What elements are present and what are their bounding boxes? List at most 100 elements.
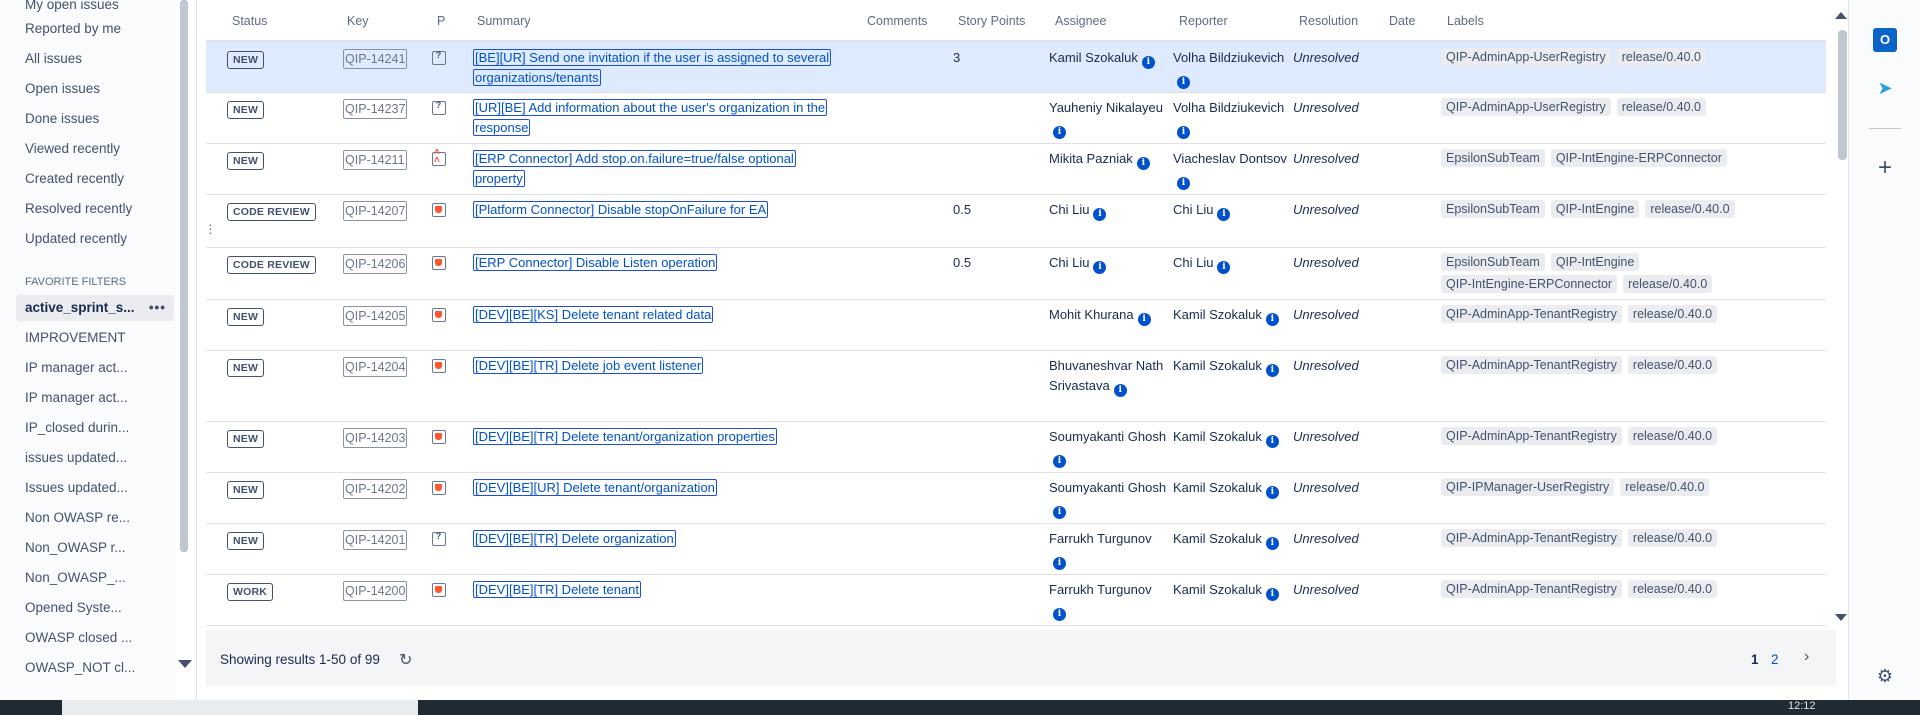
reporter[interactable]: Volha Bildziukevich i <box>1173 98 1291 139</box>
issue-key[interactable]: QIP-14204 <box>343 357 408 377</box>
table-row[interactable]: NEW QIP-14204 [DEV][BE][TR] Delete job e… <box>206 350 1826 422</box>
assignee[interactable]: Farrukh Turgunov i <box>1049 529 1167 570</box>
info-icon[interactable]: i <box>1136 157 1150 170</box>
favorite-filter-owasp-closed[interactable]: OWASP closed ... <box>16 625 174 651</box>
issue-summary-link[interactable]: [DEV][BE][TR] Delete organization <box>473 530 676 547</box>
telegram-send-icon[interactable]: ➤ <box>1873 76 1897 100</box>
label-tag[interactable]: QIP-AdminApp-TenantRegistry <box>1441 580 1622 598</box>
column-assignee[interactable]: Assignee <box>1055 14 1106 28</box>
more-options-icon[interactable]: ••• <box>149 295 166 321</box>
reporter[interactable]: Kamil Szokaluk i <box>1173 529 1291 550</box>
status-badge[interactable]: NEW <box>227 532 265 550</box>
reporter[interactable]: Viacheslav Dontsov i <box>1173 149 1291 190</box>
table-row[interactable]: NEW QIP-14201 ? [DEV][BE][TR] Delete org… <box>206 523 1826 575</box>
label-tag[interactable]: release/0.40.0 <box>1627 427 1718 445</box>
column-date[interactable]: Date <box>1389 14 1415 28</box>
label-tag[interactable]: QIP-IntEngine <box>1550 200 1640 218</box>
label-tag[interactable]: QIP-AdminApp-TenantRegistry <box>1441 356 1622 374</box>
favorite-filter-owasp-not-closed[interactable]: OWASP_NOT cl... <box>16 655 174 681</box>
sidebar-item-done-issues[interactable]: Done issues <box>16 106 174 132</box>
assignee[interactable]: Mikita Pazniak i <box>1049 149 1167 170</box>
label-tag[interactable]: QIP-AdminApp-TenantRegistry <box>1441 529 1622 547</box>
table-row[interactable]: WORK QIP-14200 [DEV][BE][TR] Delete tena… <box>206 574 1826 626</box>
sidebar-item-created-recently[interactable]: Created recently <box>16 166 174 192</box>
sidebar-item-updated-recently[interactable]: Updated recently <box>16 226 174 252</box>
label-tag[interactable]: QIP-AdminApp-UserRegistry <box>1441 98 1611 116</box>
table-row[interactable]: NEW QIP-14237 ? [UR][BE] Add information… <box>206 92 1826 144</box>
sidebar-item-resolved-recently[interactable]: Resolved recently <box>16 196 174 222</box>
column-summary[interactable]: Summary <box>477 14 530 28</box>
column-status[interactable]: Status <box>232 14 267 28</box>
refresh-icon[interactable]: ↻ <box>399 650 412 670</box>
label-tag[interactable]: release/0.40.0 <box>1627 580 1718 598</box>
label-tag[interactable]: EpsilonSubTeam <box>1441 200 1545 218</box>
status-badge[interactable]: NEW <box>227 51 265 69</box>
sidebar-item-open-issues[interactable]: Open issues <box>16 76 174 102</box>
info-icon[interactable]: i <box>1177 126 1190 139</box>
add-icon[interactable]: + <box>1873 156 1897 180</box>
info-icon[interactable]: i <box>1053 455 1066 468</box>
issue-key[interactable]: QIP-14206 <box>343 254 408 274</box>
status-badge[interactable]: NEW <box>227 152 265 170</box>
page-2-link[interactable]: 2 <box>1771 652 1779 667</box>
label-tag[interactable]: EpsilonSubTeam <box>1441 149 1545 167</box>
info-icon[interactable]: i <box>1177 76 1190 89</box>
issue-key[interactable]: QIP-14211 <box>343 150 407 170</box>
label-tag[interactable]: QIP-AdminApp-TenantRegistry <box>1441 427 1622 445</box>
favorite-filter-opened-system[interactable]: Opened Syste... <box>16 595 174 621</box>
favorite-filter-issues-updated-2[interactable]: Issues updated... <box>16 475 174 501</box>
next-page-icon[interactable]: › <box>1804 648 1809 666</box>
column-priority[interactable]: P <box>437 14 445 28</box>
sidebar-scroll-down-icon[interactable] <box>178 660 192 668</box>
assignee[interactable]: Chi Liu i <box>1049 200 1167 221</box>
info-icon[interactable]: i <box>1265 588 1279 601</box>
issue-summary-link[interactable]: [DEV][BE][KS] Delete tenant related data <box>473 306 714 323</box>
favorite-filter-improvement[interactable]: IMPROVEMENT <box>16 325 174 351</box>
column-resolution[interactable]: Resolution <box>1299 14 1358 28</box>
assignee[interactable]: Soumyakanti Ghosh i <box>1049 427 1167 468</box>
assignee[interactable]: Mohit Khurana i <box>1049 305 1167 326</box>
issue-key[interactable]: QIP-14207 <box>343 201 408 221</box>
favorite-filter-non-owasp[interactable]: Non_OWASP_... <box>16 565 174 591</box>
assignee[interactable]: Yauheniy Nikalayeu i <box>1049 98 1167 139</box>
table-row[interactable]: NEW QIP-14203 [DEV][BE][TR] Delete tenan… <box>206 421 1826 473</box>
column-labels[interactable]: Labels <box>1447 14 1484 28</box>
favorite-filter-non-owasp-re[interactable]: Non OWASP re... <box>16 505 174 531</box>
table-row[interactable]: CODE REVIEW QIP-14207 [Platform Connecto… <box>206 194 1826 248</box>
issue-summary-link[interactable]: [DEV][BE][TR] Delete tenant <box>473 581 642 598</box>
issue-summary-link[interactable]: [UR][BE] Add information about the user'… <box>473 99 828 136</box>
info-icon[interactable]: i <box>1093 208 1107 221</box>
settings-gear-icon[interactable]: ⚙ <box>1873 664 1897 688</box>
info-icon[interactable]: i <box>1265 313 1279 326</box>
label-tag[interactable]: QIP-IntEngine-ERPConnector <box>1550 149 1727 167</box>
reporter[interactable]: Chi Liu i <box>1173 253 1291 274</box>
status-badge[interactable]: WORK <box>227 583 274 601</box>
label-tag[interactable]: release/0.40.0 <box>1627 356 1718 374</box>
outlook-icon[interactable]: O <box>1873 28 1897 52</box>
issue-summary-link[interactable]: [DEV][BE][TR] Delete job event listener <box>473 357 704 374</box>
issue-key[interactable]: QIP-14202 <box>343 479 408 499</box>
status-badge[interactable]: NEW <box>227 359 265 377</box>
sidebar-item-viewed-recently[interactable]: Viewed recently <box>16 136 174 162</box>
sidebar-item-all-issues[interactable]: All issues <box>16 46 174 72</box>
sidebar-item-reported-by-me[interactable]: Reported by me <box>16 16 174 42</box>
info-icon[interactable]: i <box>1137 313 1151 326</box>
assignee[interactable]: Kamil Szokaluk i <box>1049 48 1167 69</box>
issue-key[interactable]: QIP-14237 <box>343 99 408 119</box>
status-badge[interactable]: NEW <box>227 308 265 326</box>
info-icon[interactable]: i <box>1265 364 1279 377</box>
table-row[interactable]: CODE REVIEW QIP-14206 [ERP Connector] Di… <box>206 247 1826 300</box>
issue-key[interactable]: QIP-14205 <box>343 306 408 326</box>
reporter[interactable]: Chi Liu i <box>1173 200 1291 221</box>
favorite-filter-ip-closed[interactable]: IP_closed durin... <box>16 415 174 441</box>
table-row[interactable]: NEW QIP-14211 ˄ ˄ [ERP Connector] Add sto… <box>206 143 1826 195</box>
scroll-up-icon[interactable] <box>1835 12 1847 19</box>
reporter[interactable]: Volha Bildziukevich i <box>1173 48 1291 89</box>
assignee[interactable]: Chi Liu i <box>1049 253 1167 274</box>
taskbar-search-box[interactable] <box>62 700 418 715</box>
reporter[interactable]: Kamil Szokaluk i <box>1173 427 1291 448</box>
info-icon[interactable]: i <box>1053 608 1066 621</box>
issue-summary-link[interactable]: [DEV][BE][UR] Delete tenant/organization <box>473 479 717 496</box>
status-badge[interactable]: NEW <box>227 481 265 499</box>
reporter[interactable]: Kamil Szokaluk i <box>1173 305 1291 326</box>
